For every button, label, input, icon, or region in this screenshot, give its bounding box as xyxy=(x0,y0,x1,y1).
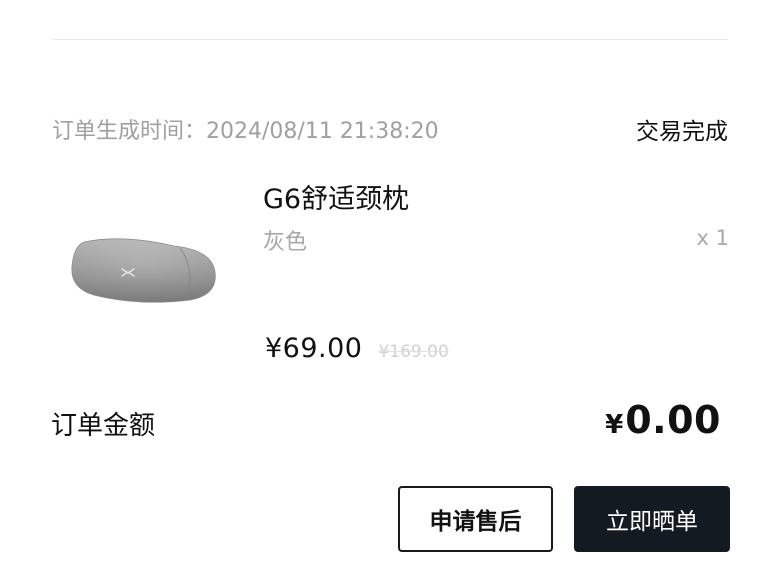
after-sale-button[interactable]: 申请售后 xyxy=(398,486,553,552)
order-time-value: 2024/08/11 21:38:20 xyxy=(206,119,439,144)
order-status: 交易完成 xyxy=(636,119,728,145)
product-name[interactable]: G6舒适颈枕 xyxy=(263,177,409,216)
order-time-label: 订单生成时间： xyxy=(52,119,207,144)
product-image[interactable] xyxy=(62,220,232,325)
order-time: 订单生成时间：2024/08/11 21:38:20 xyxy=(52,113,439,145)
order-total-amount: ¥ 0.00 xyxy=(605,398,721,442)
order-total-label: 订单金额 xyxy=(51,411,156,441)
top-divider xyxy=(52,39,728,40)
order-total-value: 0.00 xyxy=(625,398,721,442)
product-original-price: ¥169.00 xyxy=(378,342,449,362)
order-total-currency: ¥ xyxy=(605,410,624,440)
price-row: ¥69.00 ¥169.00 xyxy=(265,333,449,364)
neck-pillow-image xyxy=(71,238,216,303)
share-order-button[interactable]: 立即晒单 xyxy=(574,486,730,552)
product-price: ¥69.00 xyxy=(265,333,363,364)
product-variant: 灰色 xyxy=(263,230,308,255)
product-quantity: x 1 xyxy=(696,226,729,250)
